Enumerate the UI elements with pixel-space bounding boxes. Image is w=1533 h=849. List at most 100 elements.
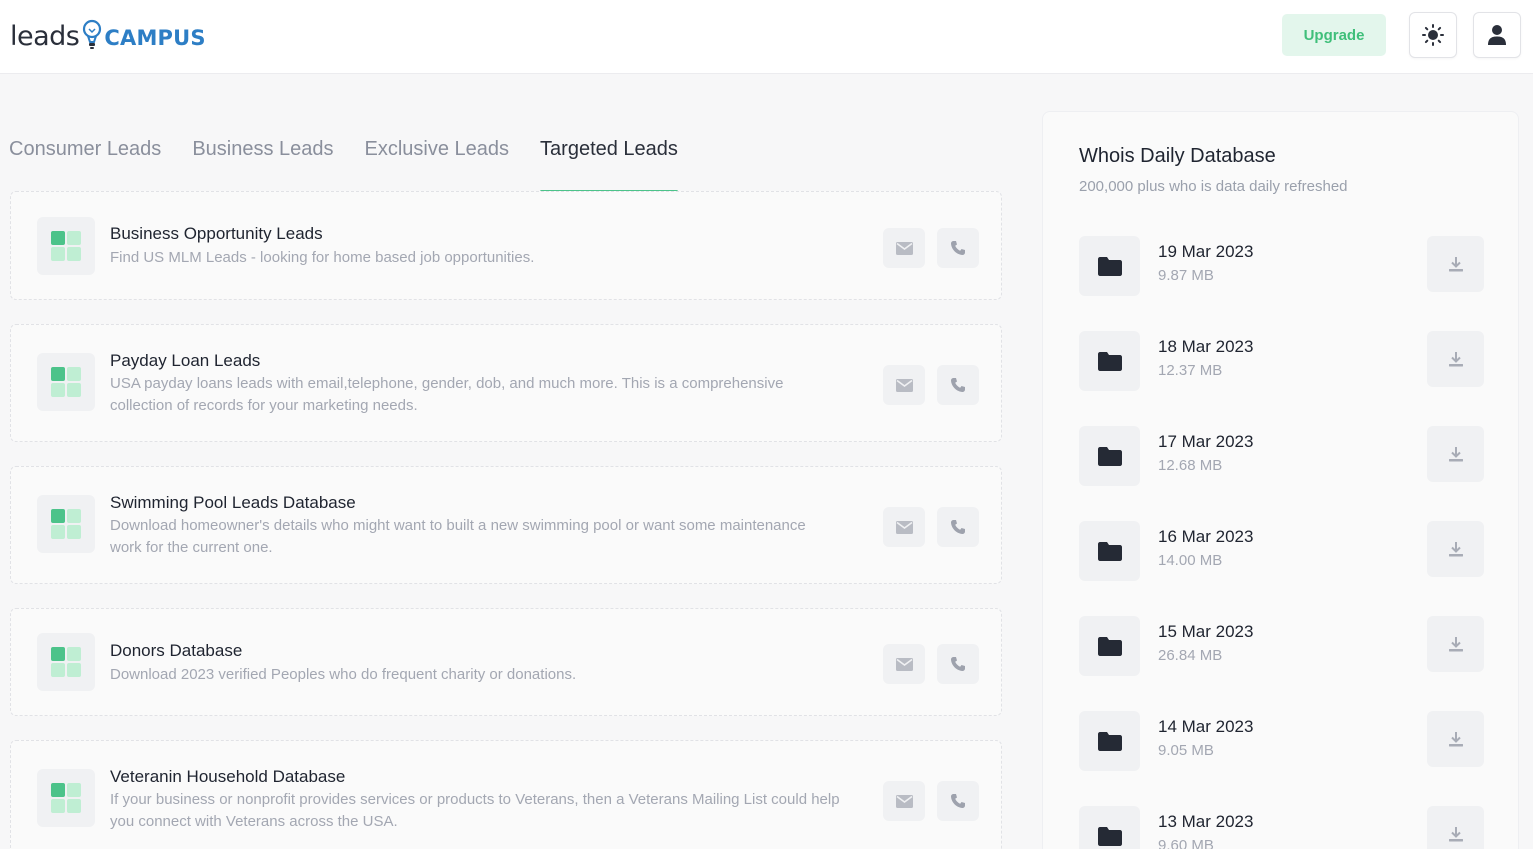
folder-icon — [1079, 426, 1140, 486]
lead-card[interactable]: Payday Loan Leads USA payday loans leads… — [10, 324, 1002, 442]
folder-icon — [1079, 711, 1140, 771]
lead-description: Find US MLM Leads - looking for home bas… — [110, 249, 535, 266]
envelope-icon — [895, 794, 913, 808]
download-icon — [1448, 257, 1463, 272]
lead-title: Payday Loan Leads — [110, 351, 261, 370]
file-date: 15 Mar 2023 — [1158, 622, 1254, 641]
file-row: 16 Mar 2023 14.00 MB — [1079, 521, 1489, 583]
grid-icon — [37, 633, 95, 691]
lead-card[interactable]: Veteranin Household Database If your bus… — [10, 740, 1002, 849]
grid-icon — [37, 495, 95, 553]
folder-icon — [1079, 331, 1140, 391]
tab-exclusive-leads[interactable]: Exclusive Leads — [365, 136, 510, 193]
envelope-icon — [895, 657, 913, 671]
download-button[interactable] — [1427, 236, 1484, 292]
logo-text-leads: leads — [10, 20, 80, 52]
folder-icon — [1079, 806, 1140, 849]
file-row: 18 Mar 2023 12.37 MB — [1079, 331, 1489, 393]
download-icon — [1448, 732, 1463, 747]
logo-text-campus: CAMPUS — [104, 25, 206, 50]
phone-button[interactable] — [937, 228, 979, 268]
file-row: 17 Mar 2023 12.68 MB — [1079, 426, 1489, 488]
panel-subtitle: 200,000 plus who is data daily refreshed — [1079, 178, 1348, 195]
folder-icon — [1079, 616, 1140, 676]
envelope-icon — [895, 520, 913, 534]
email-button[interactable] — [883, 228, 925, 268]
download-icon — [1448, 542, 1463, 557]
grid-icon — [37, 769, 95, 827]
folder-icon — [1079, 521, 1140, 581]
top-header: leads CAMPUS Upgrade — [0, 0, 1533, 74]
download-button[interactable] — [1427, 806, 1484, 849]
download-button[interactable] — [1427, 521, 1484, 577]
email-button[interactable] — [883, 507, 925, 547]
user-icon — [1488, 25, 1506, 45]
lead-description: If your business or nonprofit provides s… — [110, 791, 840, 830]
phone-button[interactable] — [937, 781, 979, 821]
phone-icon — [951, 794, 965, 808]
lead-description: Download 2023 verified Peoples who do fr… — [110, 666, 577, 683]
upgrade-button[interactable]: Upgrade — [1282, 14, 1386, 56]
lead-description: Download homeowner's details who might w… — [110, 517, 806, 556]
sun-icon — [1422, 24, 1444, 46]
phone-icon — [951, 378, 965, 392]
file-size: 26.84 MB — [1158, 647, 1223, 664]
download-button[interactable] — [1427, 616, 1484, 672]
phone-button[interactable] — [937, 365, 979, 405]
file-size: 14.00 MB — [1158, 552, 1223, 569]
download-icon — [1448, 352, 1463, 367]
phone-button[interactable] — [937, 507, 979, 547]
download-icon — [1448, 637, 1463, 652]
phone-button[interactable] — [937, 644, 979, 684]
lead-card[interactable]: Swimming Pool Leads Database Download ho… — [10, 466, 1002, 584]
lightbulb-icon — [83, 19, 102, 49]
theme-toggle-button[interactable] — [1409, 12, 1457, 58]
tab-targeted-leads[interactable]: Targeted Leads — [540, 136, 678, 193]
file-date: 18 Mar 2023 — [1158, 337, 1254, 356]
download-button[interactable] — [1427, 331, 1484, 387]
file-row: 14 Mar 2023 9.05 MB — [1079, 711, 1489, 773]
file-size: 9.60 MB — [1158, 837, 1214, 849]
lead-title: Business Opportunity Leads — [110, 224, 323, 243]
leadscampus-logo[interactable]: leads CAMPUS — [10, 16, 206, 56]
grid-icon — [37, 217, 95, 275]
email-button[interactable] — [883, 644, 925, 684]
download-button[interactable] — [1427, 426, 1484, 482]
phone-icon — [951, 520, 965, 534]
panel-title: Whois Daily Database — [1079, 145, 1276, 167]
file-date: 19 Mar 2023 — [1158, 242, 1254, 261]
lead-title: Veteranin Household Database — [110, 767, 346, 786]
file-date: 13 Mar 2023 — [1158, 812, 1254, 831]
email-button[interactable] — [883, 781, 925, 821]
grid-icon — [37, 353, 95, 411]
file-date: 17 Mar 2023 — [1158, 432, 1254, 451]
lead-title: Donors Database — [110, 641, 243, 660]
whois-database-panel: Whois Daily Database 200,000 plus who is… — [1042, 111, 1519, 849]
phone-icon — [951, 657, 965, 671]
lead-description: USA payday loans leads with email,teleph… — [110, 375, 784, 414]
download-button[interactable] — [1427, 711, 1484, 767]
file-row: 13 Mar 2023 9.60 MB — [1079, 806, 1489, 849]
file-date: 14 Mar 2023 — [1158, 717, 1254, 736]
envelope-icon — [895, 241, 913, 255]
lead-title: Swimming Pool Leads Database — [110, 493, 356, 512]
envelope-icon — [895, 378, 913, 392]
folder-icon — [1079, 236, 1140, 296]
file-size: 12.68 MB — [1158, 457, 1223, 474]
file-size: 9.05 MB — [1158, 742, 1214, 759]
lead-card[interactable]: Donors Database Download 2023 verified P… — [10, 608, 1002, 716]
download-icon — [1448, 447, 1463, 462]
tab-consumer-leads[interactable]: Consumer Leads — [9, 136, 161, 193]
file-size: 9.87 MB — [1158, 267, 1214, 284]
file-row: 15 Mar 2023 26.84 MB — [1079, 616, 1489, 678]
download-icon — [1448, 827, 1463, 842]
file-row: 19 Mar 2023 9.87 MB — [1079, 236, 1489, 298]
file-date: 16 Mar 2023 — [1158, 527, 1254, 546]
user-menu-button[interactable] — [1473, 12, 1521, 58]
email-button[interactable] — [883, 365, 925, 405]
phone-icon — [951, 241, 965, 255]
lead-card[interactable]: Business Opportunity Leads Find US MLM L… — [10, 191, 1002, 300]
file-size: 12.37 MB — [1158, 362, 1223, 379]
tab-business-leads[interactable]: Business Leads — [192, 136, 333, 193]
lead-category-tabs: Consumer Leads Business Leads Exclusive … — [9, 136, 709, 194]
